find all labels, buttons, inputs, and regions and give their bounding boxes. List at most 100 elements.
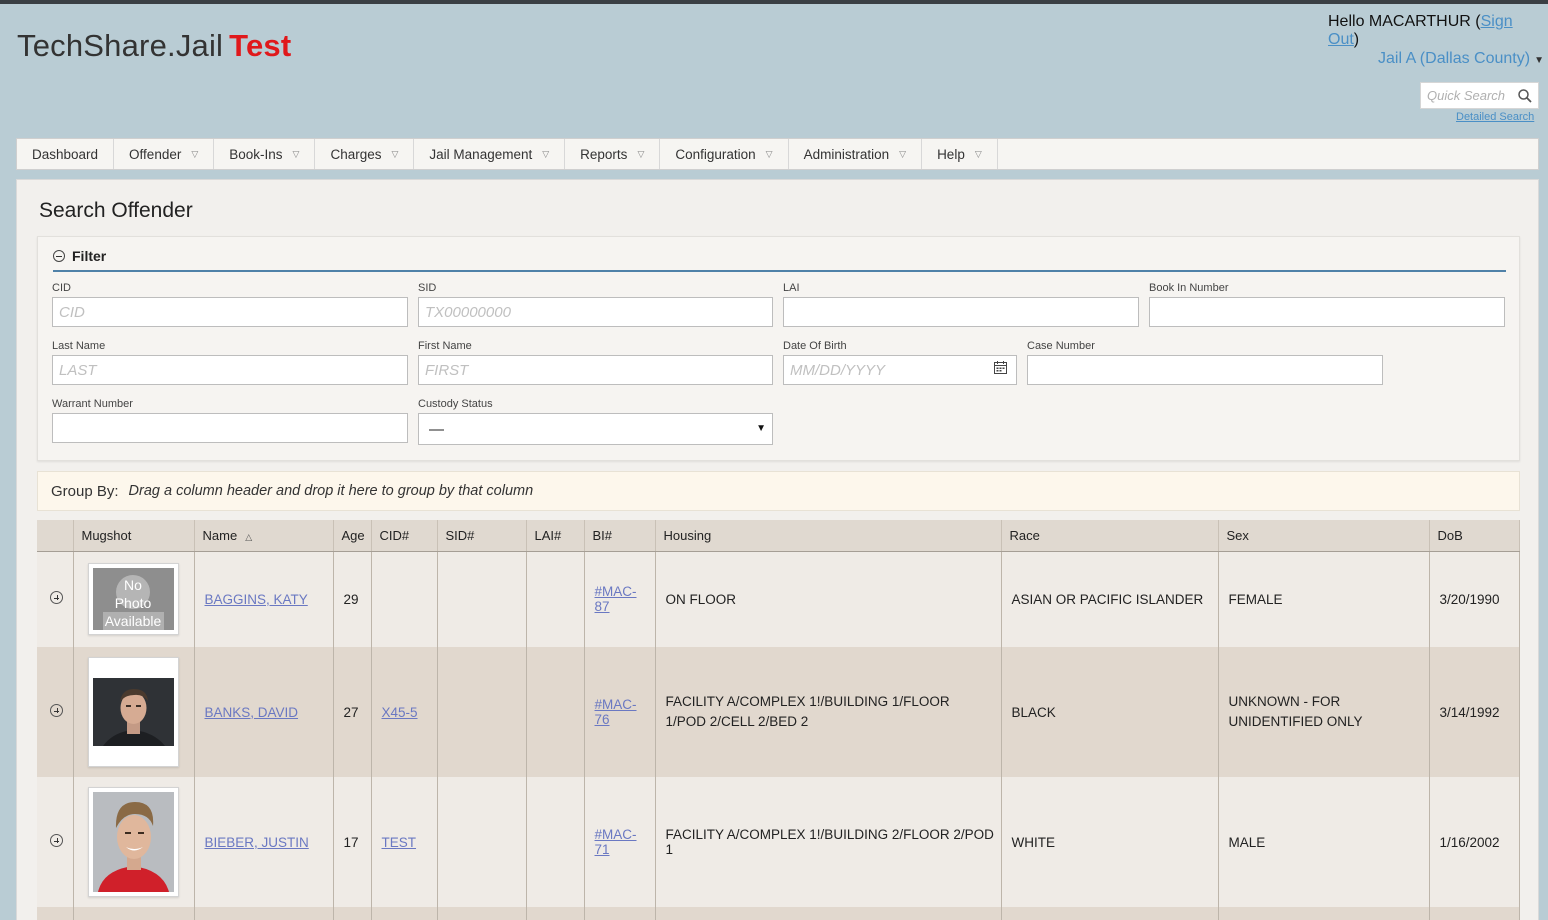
custody-status-value: — [429, 420, 444, 438]
sid-label: SID [418, 282, 437, 294]
col-age[interactable]: Age [333, 520, 372, 552]
sid-field-group: SID [418, 282, 773, 327]
bi-link-line1: #MAC- [594, 584, 637, 600]
menu-reports[interactable]: Reports ▽ [565, 139, 661, 169]
expand-cell [37, 907, 74, 920]
offender-name-link[interactable]: BIEBER, JUSTIN [205, 835, 309, 850]
bi-link[interactable]: #MAC- 87 [595, 584, 637, 614]
col-mugshot[interactable]: Mugshot [73, 520, 195, 552]
menu-configuration[interactable]: Configuration ▽ [660, 139, 789, 169]
greeting-text: Hello MACARTHUR ( [1328, 13, 1481, 30]
lai-cell [526, 551, 585, 647]
case-number-input[interactable] [1027, 355, 1383, 385]
lai-input[interactable] [783, 297, 1139, 327]
group-by-hint: Drag a column header and drop it here to… [128, 483, 534, 499]
lai-field-group: LAI [783, 282, 1139, 327]
bi-cell: #MAC- 71 [584, 777, 656, 907]
table-row[interactable]: No Photo Available BAGGINS, KATY 29 #MAC… [37, 551, 1520, 647]
menu-offender[interactable]: Offender ▽ [114, 139, 215, 169]
mugshot-photo[interactable] [87, 787, 179, 897]
lai-cell [526, 777, 585, 907]
table-row[interactable]: BIEBER, JUSTIN 17 TEST #MAC- 71 FACILITY … [37, 777, 1520, 907]
table-row[interactable]: BANKS, DAVID 27 X45-5 #MAC- 76 FACILITY A… [37, 647, 1520, 777]
menu-charges[interactable]: Charges ▽ [315, 139, 415, 169]
warrant-input[interactable] [52, 413, 408, 443]
mugshot-photo[interactable] [87, 657, 179, 767]
menu-book-ins[interactable]: Book-Ins ▽ [214, 139, 316, 169]
sid-cell [437, 907, 527, 920]
app-logo[interactable]: TechShare.Jail Test [17, 28, 291, 64]
sex-cell: MALE [1218, 777, 1430, 907]
cid-cell: X45-5 [371, 647, 438, 777]
custody-label: Custody Status [418, 398, 493, 410]
expand-row-icon[interactable] [50, 591, 63, 605]
menu-dashboard[interactable]: Dashboard [17, 139, 115, 169]
menu-administration[interactable]: Administration ▽ [789, 139, 923, 169]
sid-cell [437, 551, 527, 647]
race-cell: ASIAN OR PACIFIC ISLANDER [1001, 551, 1219, 647]
jail-selector[interactable]: Jail A (Dallas County) ▼ [1378, 50, 1544, 68]
offender-name-link[interactable]: BAGGINS, KATY [205, 592, 308, 607]
bi-link-line2: 71 [594, 842, 610, 857]
book-in-input[interactable] [1149, 297, 1505, 327]
sort-ascending-icon[interactable]: △ [245, 532, 252, 542]
bi-link[interactable]: #MAC- 76 [595, 697, 637, 727]
race-cell: WHITE [1001, 777, 1219, 907]
collapse-icon[interactable] [53, 249, 65, 262]
col-label: DoB [1437, 527, 1463, 543]
search-icon[interactable] [1516, 87, 1534, 105]
expand-cell [37, 551, 74, 647]
expand-row-icon[interactable] [50, 834, 63, 847]
col-sex[interactable]: Sex [1218, 520, 1430, 552]
no-photo-line-1: No [124, 577, 142, 593]
sid-input[interactable] [418, 297, 773, 327]
filter-header[interactable]: Filter [53, 245, 1506, 272]
calendar-icon[interactable] [994, 361, 1007, 374]
quick-search [1420, 82, 1539, 109]
menu-label: Offender [129, 146, 182, 162]
expand-row-icon[interactable] [50, 704, 63, 717]
cid-label: CID [52, 282, 71, 294]
col-race[interactable]: Race [1001, 520, 1219, 552]
grid-header-row: Mugshot Name △ Age CID# SID# LAI# BI# Hou… [37, 520, 1520, 552]
col-lai[interactable]: LAI# [526, 520, 585, 552]
detailed-search-link[interactable]: Detailed Search [1456, 111, 1534, 123]
brand-env: Test [229, 28, 292, 63]
last-name-input[interactable] [52, 355, 408, 385]
col-cid[interactable]: CID# [371, 520, 438, 552]
menu-help[interactable]: Help ▽ [922, 139, 998, 169]
case-number-field-group: Case Number [1027, 340, 1383, 385]
dob-label: Date Of Birth [783, 340, 847, 352]
bi-cell: #MAC- 87 [584, 551, 656, 647]
dob-cell: 3/14/1992 [1429, 647, 1520, 777]
expand-cell [37, 777, 74, 907]
col-sid[interactable]: SID# [437, 520, 527, 552]
first-name-input[interactable] [418, 355, 773, 385]
jail-name: Jail A (Dallas County) [1378, 50, 1531, 67]
custody-status-select[interactable]: — ▼ [418, 413, 773, 445]
menu-label: Administration [803, 146, 890, 162]
col-housing[interactable]: Housing [655, 520, 1002, 552]
col-bi[interactable]: BI# [584, 520, 656, 552]
cid-input[interactable] [52, 297, 408, 327]
col-name[interactable]: Name △ [194, 520, 334, 552]
mugshot-photo[interactable]: No Photo Available [87, 563, 179, 636]
col-dob[interactable]: DoB [1429, 520, 1520, 552]
cid-link[interactable]: TEST [382, 835, 417, 850]
bi-link[interactable]: #MAC- 71 [595, 827, 637, 857]
dropdown-arrow-icon: ▽ [191, 148, 199, 159]
cid-link[interactable]: X45-5 [382, 705, 418, 720]
menu-label: Charges [330, 146, 382, 162]
menu-label: Dashboard [32, 146, 99, 162]
table-row[interactable] [37, 907, 1520, 920]
last-name-label: Last Name [52, 340, 106, 352]
dropdown-arrow-icon: ▽ [637, 148, 645, 159]
col-label: Sex [1226, 527, 1249, 543]
case-number-label: Case Number [1027, 340, 1095, 352]
quick-search-input[interactable] [1421, 83, 1513, 108]
menu-jail-management[interactable]: Jail Management ▽ [414, 139, 566, 169]
chevron-down-icon: ▼ [1534, 55, 1544, 66]
group-by-bar[interactable]: Group By: Drag a column header and drop … [37, 471, 1520, 511]
offender-name-link[interactable]: BANKS, DAVID [205, 705, 299, 720]
dob-input[interactable] [783, 355, 1017, 385]
